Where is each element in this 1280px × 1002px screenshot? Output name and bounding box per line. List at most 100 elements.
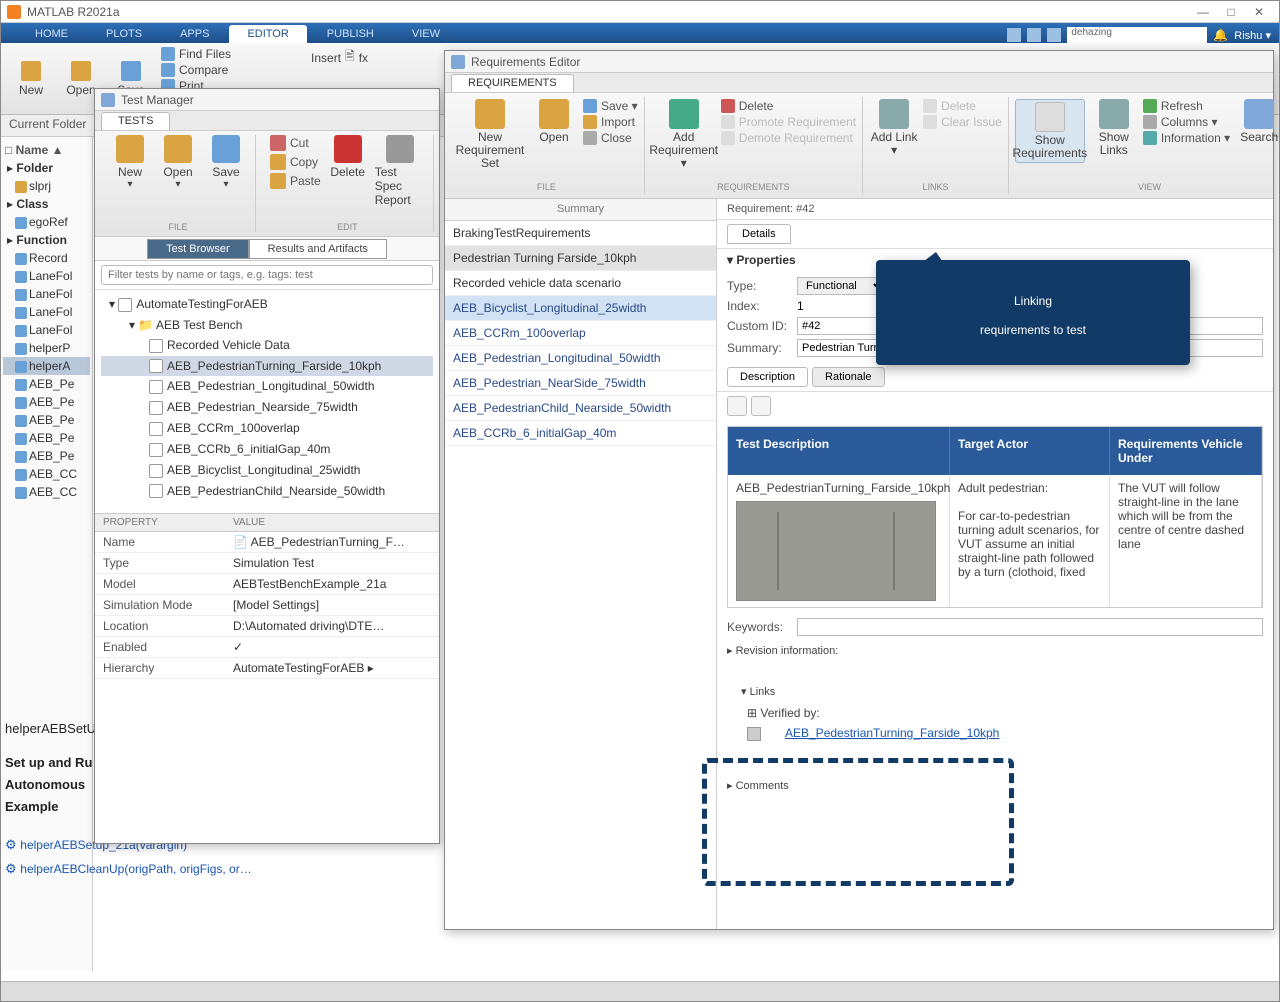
tm-tree[interactable]: ▾ AutomateTestingForAEB ▾ 📁 AEB Test Ben…	[95, 290, 439, 505]
file-item[interactable]: AEB_Pe	[3, 393, 90, 411]
tree-root[interactable]: ▾ AutomateTestingForAEB	[101, 294, 433, 315]
rq-list-item[interactable]: Pedestrian Turning Farside_10kph	[445, 246, 716, 271]
file-item[interactable]: helperP	[3, 339, 90, 357]
file-item-selected[interactable]: helperA	[3, 357, 90, 375]
tab-view[interactable]: VIEW	[394, 25, 458, 43]
help-icon[interactable]	[1047, 28, 1061, 42]
quick-access-icon[interactable]	[1007, 28, 1021, 42]
rq-delete-req-button[interactable]: Delete	[721, 99, 856, 113]
tm-titlebar[interactable]: Test Manager	[95, 89, 439, 111]
file-item[interactable]: AEB_Pe	[3, 429, 90, 447]
rq-revision-header[interactable]: ▸ Revision information:	[717, 640, 1273, 661]
bell-icon[interactable]: 🔔	[1213, 28, 1228, 42]
rq-list-item[interactable]: AEB_CCRb_6_initialGap_40m	[445, 421, 716, 446]
tm-subtab-browser[interactable]: Test Browser	[147, 239, 249, 259]
rq-columns-button[interactable]: Columns ▾	[1143, 115, 1230, 129]
file-item[interactable]: AEB_CC	[3, 465, 90, 483]
rq-new-set-button[interactable]: New Requirement Set	[455, 99, 525, 171]
rq-import-button[interactable]: Import	[583, 115, 638, 129]
tree-item-selected[interactable]: AEB_PedestrianTurning_Farside_10kph	[101, 356, 433, 377]
doc-search-input[interactable]: dehazing	[1067, 27, 1207, 43]
rq-open-button[interactable]: Open	[529, 99, 579, 144]
rq-search-button[interactable]: Search	[1234, 99, 1280, 144]
file-item[interactable]: AEB_Pe	[3, 375, 90, 393]
file-item[interactable]: Record	[3, 249, 90, 267]
tree-item[interactable]: AEB_Pedestrian_Nearside_75width	[101, 397, 433, 418]
tm-delete-button[interactable]: Delete	[327, 135, 369, 207]
tm-filter-input[interactable]	[101, 265, 433, 285]
rq-comments-header[interactable]: ▸ Comments	[717, 775, 1273, 796]
file-item[interactable]: LaneFol	[3, 303, 90, 321]
file-item[interactable]: AEB_Pe	[3, 447, 90, 465]
compare-button[interactable]: Compare	[161, 63, 231, 77]
rq-tab-rationale[interactable]: Rationale	[812, 367, 884, 387]
tm-cut-button[interactable]: Cut	[270, 135, 321, 151]
tree-item[interactable]: Recorded Vehicle Data	[101, 335, 433, 356]
rq-list-item[interactable]: BrakingTestRequirements	[445, 221, 716, 246]
rq-verified-by-label[interactable]: ⊞ Verified by:	[747, 706, 1249, 720]
rq-info-button[interactable]: Information ▾	[1143, 131, 1230, 145]
user-menu[interactable]: Rishu ▾	[1234, 29, 1271, 42]
rq-list-item[interactable]: Recorded vehicle data scenario	[445, 271, 716, 296]
rq-tab-description[interactable]: Description	[727, 367, 808, 387]
rq-list-item[interactable]: AEB_CCRm_100overlap	[445, 321, 716, 346]
tab-plots[interactable]: PLOTS	[88, 25, 160, 43]
rq-type-select[interactable]: Functional	[797, 277, 887, 295]
rq-show-req-button[interactable]: Show Requirements	[1015, 99, 1085, 163]
file-item[interactable]: LaneFol	[3, 321, 90, 339]
rq-save-button[interactable]: Save ▾	[583, 99, 638, 113]
tm-subtab-results[interactable]: Results and Artifacts	[249, 239, 387, 259]
rq-close-button[interactable]: Close	[583, 131, 638, 145]
tm-paste-button[interactable]: Paste	[270, 173, 321, 189]
find-files-button[interactable]: Find Files	[161, 47, 231, 61]
tab-editor[interactable]: EDITOR	[229, 25, 306, 43]
name-column-header[interactable]: Name ▲	[16, 143, 64, 157]
file-item[interactable]: LaneFol	[3, 285, 90, 303]
rq-edit-icon[interactable]	[727, 396, 747, 416]
close-button[interactable]: ✕	[1245, 5, 1273, 19]
rq-keywords-input[interactable]	[797, 618, 1263, 636]
rq-image-icon[interactable]	[751, 396, 771, 416]
tree-item[interactable]: AEB_CCRb_6_initialGap_40m	[101, 439, 433, 460]
tree-item[interactable]: AEB_PedestrianChild_Nearside_50width	[101, 481, 433, 502]
rq-req-list[interactable]: BrakingTestRequirements Pedestrian Turni…	[445, 221, 716, 929]
file-item[interactable]: LaneFol	[3, 267, 90, 285]
folder-slprj[interactable]: slprj	[3, 177, 90, 195]
minimize-button[interactable]: —	[1189, 5, 1217, 19]
rq-list-item-selected[interactable]: AEB_Bicyclist_Longitudinal_25width	[445, 296, 716, 321]
rq-tab-requirements[interactable]: REQUIREMENTS	[451, 74, 574, 92]
tm-save-button[interactable]: Save ▾	[205, 135, 247, 190]
insert-button[interactable]: Insert 🖹 fx	[311, 47, 368, 68]
rq-list-item[interactable]: AEB_Pedestrian_Longitudinal_50width	[445, 346, 716, 371]
file-item[interactable]: AEB_CC	[3, 483, 90, 501]
rq-add-req-button[interactable]: Add Requirement ▾	[651, 99, 717, 171]
maximize-button[interactable]: □	[1217, 5, 1245, 19]
rq-add-link-button[interactable]: Add Link ▾	[869, 99, 919, 157]
tree-item[interactable]: AEB_Bicyclist_Longitudinal_25width	[101, 460, 433, 481]
tm-new-button[interactable]: New ▾	[109, 135, 151, 190]
class-egoref[interactable]: egoRef	[3, 213, 90, 231]
rq-links-header[interactable]: ▾ Links	[741, 685, 1249, 698]
tree-item[interactable]: AEB_CCRm_100overlap	[101, 418, 433, 439]
tm-testspec-button[interactable]: Test Spec Report	[375, 135, 425, 207]
rq-list-item[interactable]: AEB_PedestrianChild_Nearside_50width	[445, 396, 716, 421]
file-item[interactable]: AEB_Pe	[3, 411, 90, 429]
tm-open-button[interactable]: Open ▾	[157, 135, 199, 190]
tab-publish[interactable]: PUBLISH	[309, 25, 392, 43]
tab-home[interactable]: HOME	[17, 25, 86, 43]
rq-refresh-button[interactable]: Refresh	[1143, 99, 1230, 113]
tree-bench[interactable]: ▾ 📁 AEB Test Bench	[101, 315, 433, 335]
rq-verified-link[interactable]: AEB_PedestrianTurning_Farside_10kph	[785, 726, 999, 740]
tree-item[interactable]: AEB_Pedestrian_Longitudinal_50width	[101, 376, 433, 397]
bg-link[interactable]: ⚙ helperAEBCleanUp(origPath, origFigs, o…	[5, 861, 252, 877]
rq-titlebar[interactable]: Requirements Editor	[445, 51, 1273, 73]
rq-list-item[interactable]: AEB_Pedestrian_NearSide_75width	[445, 371, 716, 396]
tab-apps[interactable]: APPS	[162, 25, 227, 43]
quick-access-icon-2[interactable]	[1027, 28, 1041, 42]
rq-show-links-button[interactable]: Show Links	[1089, 99, 1139, 157]
new-button[interactable]: New	[11, 47, 51, 110]
tm-copy-button[interactable]: Copy	[270, 154, 321, 170]
tm-tab-tests[interactable]: TESTS	[101, 112, 170, 130]
rq-summary-tab[interactable]: Summary	[445, 199, 716, 221]
rq-details-tab[interactable]: Details	[727, 224, 791, 244]
